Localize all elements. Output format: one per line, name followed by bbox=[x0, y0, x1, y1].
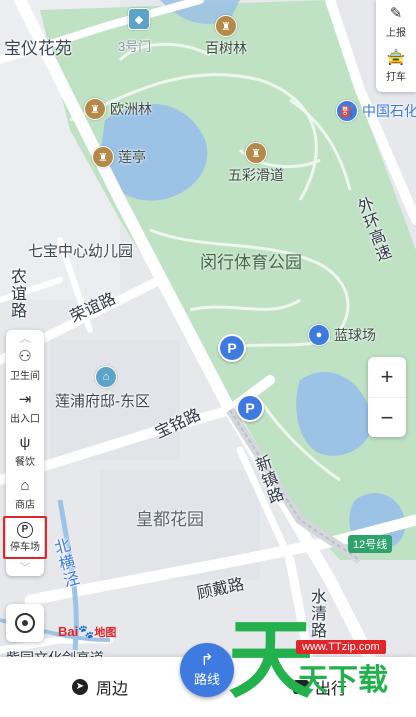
gas-station-icon: ⛽ bbox=[336, 100, 358, 122]
shop-icon: ⌂ bbox=[20, 477, 30, 494]
category-scroll-up[interactable]: ︿ bbox=[6, 330, 44, 345]
category-scroll-down[interactable]: ﹀ bbox=[6, 559, 44, 574]
taxi-button[interactable]: 🚖 打车 bbox=[386, 44, 406, 88]
poi-europe-forest[interactable]: ♜ 欧洲林 bbox=[84, 98, 152, 120]
category-panel: ︿ ⚇ 卫生间 ⇥ 出入口 ψ 餐饮 ⌂ 商店 P 停车场 ﹀ bbox=[3, 330, 47, 576]
poi-lianpu[interactable]: ⌂ bbox=[95, 366, 117, 388]
place-label-kindergarten: 七宝中心幼儿园 bbox=[28, 243, 134, 260]
poi-basketball[interactable]: ● 蓝球场 bbox=[308, 324, 376, 346]
poi-label: 中国石化 bbox=[362, 103, 416, 119]
poi-label: 蓝球场 bbox=[334, 327, 376, 343]
road-label-nongyi: 农谊路 bbox=[8, 268, 25, 319]
category-label: 停车场 bbox=[10, 542, 40, 553]
category-restroom[interactable]: ⚇ 卫生间 bbox=[6, 344, 44, 387]
watermark-url: www.TTzip.com bbox=[296, 640, 386, 654]
zoom-in-button[interactable]: + bbox=[368, 357, 406, 398]
place-label-huangdu: 皇都花园 bbox=[136, 510, 204, 529]
report-label: 上报 bbox=[386, 27, 406, 39]
poi-label: 莲亭 bbox=[118, 149, 146, 165]
category-shop[interactable]: ⌂ 商店 bbox=[6, 473, 44, 516]
category-label: 卫生间 bbox=[10, 371, 40, 382]
poi-baoyi-marker[interactable]: ◆ bbox=[128, 8, 150, 30]
compass-icon: ➤ bbox=[72, 679, 88, 695]
category-entrance[interactable]: ⇥ 出入口 bbox=[6, 387, 44, 430]
place-label-baoyi: 宝仪花苑 bbox=[4, 39, 72, 58]
attraction-icon: ♜ bbox=[215, 15, 237, 37]
place-label-lianpu: 莲浦府邸-东区 bbox=[55, 393, 150, 410]
baidu-logo-map: 地图 bbox=[94, 627, 117, 639]
dining-icon: ψ bbox=[19, 434, 31, 451]
report-button[interactable]: ✎ 上报 bbox=[386, 0, 406, 44]
baidu-paw-icon: 🐾 bbox=[78, 624, 95, 639]
poi-baishu[interactable]: ♜ 百树林 bbox=[205, 15, 247, 58]
residence-icon: ⌂ bbox=[95, 366, 117, 388]
parking-marker-2[interactable]: P bbox=[236, 394, 264, 422]
zoom-control: + − bbox=[368, 357, 406, 437]
poi-label: 欧洲林 bbox=[110, 101, 152, 117]
attraction-icon: ♜ bbox=[245, 142, 267, 164]
route-arrow-icon: ↱ bbox=[200, 651, 214, 669]
route-button[interactable]: ↱ 路线 bbox=[180, 643, 234, 697]
right-toolbar: ✎ 上报 🚖 打车 bbox=[376, 0, 416, 92]
baidu-logo-bai: Bai bbox=[58, 624, 79, 639]
locate-icon bbox=[15, 613, 35, 633]
park-name-label: 闵行体育公园 bbox=[200, 253, 302, 272]
locate-button[interactable] bbox=[6, 604, 44, 642]
poi-lotus-pavilion[interactable]: ♜ 莲亭 bbox=[92, 146, 146, 168]
restroom-icon: ⚇ bbox=[18, 348, 32, 365]
poi-colorful-slide[interactable]: ♜ 五彩滑道 bbox=[228, 142, 284, 185]
baidu-map-logo: Bai🐾地图 bbox=[58, 624, 116, 640]
basketball-icon: ● bbox=[308, 324, 330, 346]
parking-marker-1[interactable]: P bbox=[218, 334, 246, 362]
report-icon: ✎ bbox=[389, 4, 403, 22]
parking-icon: P bbox=[17, 522, 33, 538]
category-dining[interactable]: ψ 餐饮 bbox=[6, 430, 44, 473]
metro-line-badge: 12号线 bbox=[348, 535, 393, 553]
taxi-label: 打车 bbox=[386, 71, 406, 83]
poi-sinopec[interactable]: ⛽ 中国石化 bbox=[336, 100, 416, 122]
location-marker-icon: ◆ bbox=[128, 8, 150, 30]
nearby-label: 周边 bbox=[96, 681, 129, 698]
category-label: 商店 bbox=[15, 500, 35, 511]
zoom-out-button[interactable]: − bbox=[368, 398, 406, 438]
route-label: 路线 bbox=[193, 671, 220, 687]
watermark-overlay: 天 www.TTzip.com 天下载 bbox=[228, 612, 416, 717]
category-parking[interactable]: P 停车场 bbox=[3, 516, 47, 559]
entrance-icon: ⇥ bbox=[18, 391, 32, 408]
attraction-icon: ♜ bbox=[84, 98, 106, 120]
place-label-gate3: 3号门 bbox=[118, 39, 152, 54]
nearby-button[interactable]: ➤ 周边 bbox=[72, 675, 128, 699]
category-label: 餐饮 bbox=[15, 457, 35, 468]
taxi-icon: 🚖 bbox=[386, 48, 406, 66]
watermark-text: 天下载 bbox=[298, 664, 388, 697]
category-label: 出入口 bbox=[10, 414, 40, 425]
attraction-icon: ♜ bbox=[92, 146, 114, 168]
poi-label: 百树林 bbox=[205, 40, 247, 56]
poi-label: 五彩滑道 bbox=[228, 167, 284, 183]
